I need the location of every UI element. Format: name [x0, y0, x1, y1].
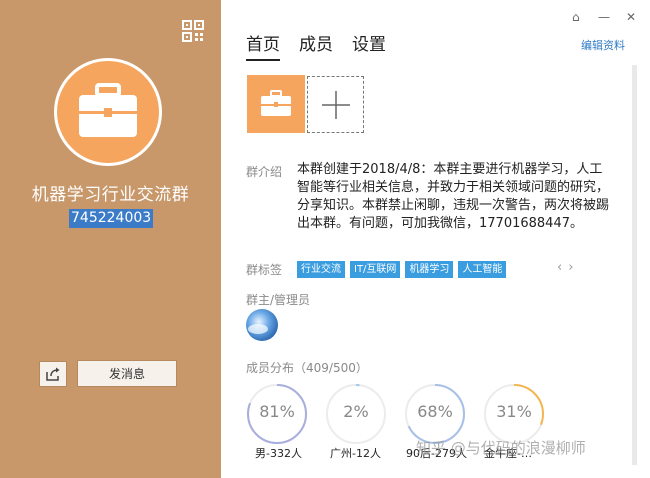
stat-region[interactable]: 2% [325, 383, 387, 445]
stat-age[interactable]: 68% [404, 383, 466, 445]
tags-label: 群标签 [246, 263, 283, 277]
admin-avatar[interactable] [246, 309, 278, 341]
qr-code-icon[interactable] [182, 20, 204, 42]
group-name: 机器学习行业交流群 [31, 185, 190, 205]
tab-home[interactable]: 首页 [246, 30, 280, 61]
stat-percent: 31% [496, 402, 532, 421]
chevron-left-icon[interactable]: ‹ [557, 260, 568, 275]
tag-item[interactable]: 人工智能 [458, 261, 507, 278]
share-icon [46, 367, 60, 381]
tab-members[interactable]: 成员 [299, 30, 333, 61]
stat-percent: 2% [343, 402, 369, 421]
stat-caption: 男-332人 [255, 447, 302, 460]
stat-zodiac[interactable]: 31% [483, 383, 545, 445]
scrollbar[interactable] [632, 65, 637, 465]
tag-item[interactable]: 机器学习 [405, 261, 454, 278]
watermark: 知乎 @与代码的浪漫柳师 [416, 439, 586, 457]
member-distribution-label: 成员分布（409/500） [246, 361, 368, 375]
stat-caption: 广州-12人 [330, 447, 381, 460]
intro-label: 群介绍 [246, 165, 283, 179]
group-id[interactable]: 745224003 [69, 209, 154, 228]
tag-item[interactable]: IT/互联网 [350, 261, 401, 278]
tag-nav: ‹› [557, 260, 579, 275]
plus-icon [321, 90, 350, 119]
group-profile-panel: 机器学习行业交流群 745224003 发消息 [0, 0, 221, 478]
tag-item[interactable]: 行业交流 [297, 261, 345, 278]
admin-label: 群主/管理员 [246, 293, 311, 307]
tag-list: 行业交流 IT/互联网 机器学习 人工智能 [297, 261, 507, 278]
edit-profile-link[interactable]: 编辑资料 [581, 37, 625, 53]
send-message-button[interactable]: 发消息 [77, 360, 177, 387]
close-icon[interactable]: ✕ [626, 10, 636, 24]
tab-bar: 首页 成员 设置 [246, 30, 386, 61]
briefcase-icon [79, 83, 137, 137]
stat-percent: 81% [259, 402, 295, 421]
share-button[interactable] [39, 361, 67, 387]
group-photo-thumbnail[interactable] [247, 75, 305, 133]
stat-percent: 68% [417, 402, 453, 421]
home-icon[interactable]: ⌂ [572, 10, 580, 24]
add-photo-button[interactable] [307, 76, 364, 133]
group-info-panel: 首页 成员 设置 ⌂ — ✕ 编辑资料 群介绍 本群创建于2018/4/8：本群… [221, 0, 650, 478]
stat-gender[interactable]: 81% [246, 383, 308, 445]
briefcase-icon [261, 90, 291, 116]
group-avatar[interactable] [54, 58, 162, 166]
chevron-right-icon[interactable]: › [568, 260, 579, 275]
intro-text: 本群创建于2018/4/8：本群主要进行机器学习，人工智能等行业相关信息，并致力… [297, 162, 610, 231]
minimize-icon[interactable]: — [598, 10, 610, 24]
tab-settings[interactable]: 设置 [352, 30, 386, 61]
